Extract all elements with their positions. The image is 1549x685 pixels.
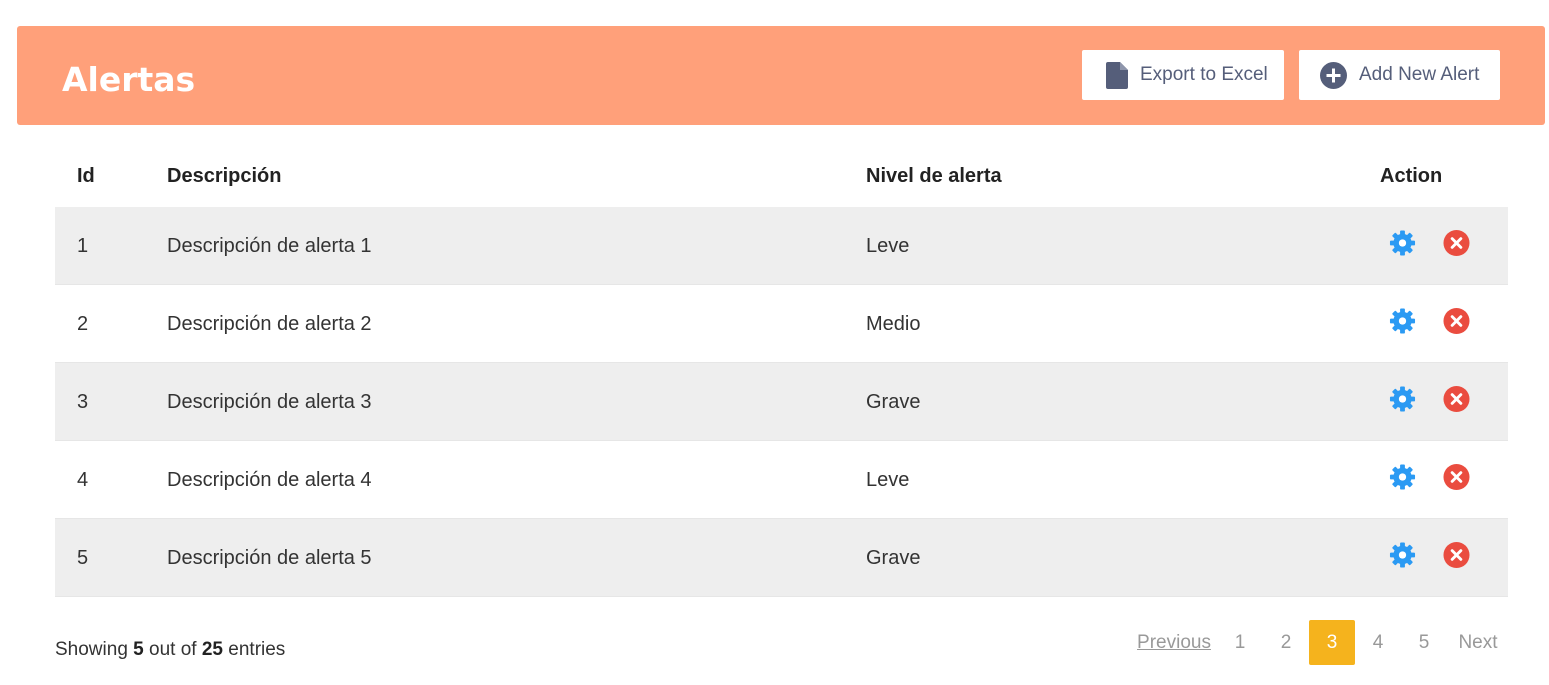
gear-icon[interactable] (1389, 541, 1416, 568)
pagination-page-3[interactable]: 3 (1309, 620, 1355, 665)
cell-description: Descripción de alerta 5 (167, 547, 372, 569)
cell-level: Leve (866, 235, 910, 257)
summary-out-of: out of (149, 639, 197, 660)
gear-icon[interactable] (1389, 307, 1416, 334)
close-circle-icon[interactable] (1443, 463, 1470, 490)
gear-icon[interactable] (1389, 463, 1416, 490)
pagination-page-1[interactable]: 1 (1217, 620, 1263, 665)
cell-id: 2 (77, 313, 89, 335)
pagination-next[interactable]: Next (1447, 620, 1509, 665)
alerts-table: Id Descripción Nivel de alerta Action 1 D… (55, 148, 1508, 597)
gear-icon[interactable] (1389, 229, 1416, 256)
column-header-id: Id (77, 165, 95, 187)
row-actions (1389, 463, 1470, 490)
pagination-pages: 12345 (1217, 620, 1447, 665)
cell-id: 1 (77, 235, 89, 257)
summary-prefix: Showing (55, 639, 128, 660)
table-row: 1 Descripción de alerta 1 Leve (55, 207, 1508, 285)
plus-circle-icon (1320, 61, 1347, 89)
entries-summary: Showing 5 out of 25 entries (55, 639, 285, 661)
cell-id: 4 (77, 469, 89, 491)
table-row: 2 Descripción de alerta 2 Medio (55, 285, 1508, 363)
row-actions (1389, 385, 1470, 412)
close-circle-icon[interactable] (1443, 307, 1470, 334)
cell-level: Grave (866, 391, 921, 413)
row-actions (1389, 229, 1470, 256)
table-body: 1 Descripción de alerta 1 Leve 2 Descripción… (55, 207, 1508, 597)
column-header-description: Descripción (167, 165, 282, 187)
add-new-alert-button[interactable]: Add New Alert (1299, 50, 1500, 100)
column-header-action: Action (1380, 165, 1443, 187)
cell-id: 3 (77, 391, 89, 413)
cell-description: Descripción de alerta 3 (167, 391, 372, 413)
summary-shown-count: 5 (133, 639, 144, 660)
file-icon (1106, 61, 1128, 89)
summary-total-count: 25 (201, 639, 223, 660)
page-header: Alertas Export to Excel Add New Alert (17, 26, 1545, 125)
table-row: 3 Descripción de alerta 3 Grave (55, 363, 1508, 441)
cell-description: Descripción de alerta 4 (167, 469, 372, 491)
cell-level: Medio (866, 313, 921, 335)
pagination-page-5[interactable]: 5 (1401, 620, 1447, 665)
table-row: 4 Descripción de alerta 4 Leve (55, 441, 1508, 519)
table-header: Id Descripción Nivel de alerta Action (55, 148, 1508, 207)
row-actions (1389, 307, 1470, 334)
close-circle-icon[interactable] (1443, 541, 1470, 568)
export-to-excel-button[interactable]: Export to Excel (1082, 50, 1284, 100)
cell-description: Descripción de alerta 1 (167, 235, 372, 257)
pagination-page-4[interactable]: 4 (1355, 620, 1401, 665)
cell-description: Descripción de alerta 2 (167, 313, 372, 335)
cell-level: Grave (866, 547, 921, 569)
row-actions (1389, 541, 1470, 568)
summary-entries: entries (228, 639, 286, 660)
gear-icon[interactable] (1389, 385, 1416, 412)
close-circle-icon[interactable] (1443, 385, 1470, 412)
pagination-previous[interactable]: Previous (1131, 620, 1217, 665)
add-button-label: Add New Alert (1359, 64, 1480, 85)
table-row: 5 Descripción de alerta 5 Grave (55, 519, 1508, 597)
column-header-level: Nivel de alerta (866, 165, 1002, 187)
page-title: Alertas (62, 60, 196, 99)
cell-level: Leve (866, 469, 910, 491)
cell-id: 5 (77, 547, 89, 569)
pagination: Previous 12345 Next (1131, 620, 1509, 665)
pagination-page-2[interactable]: 2 (1263, 620, 1309, 665)
close-circle-icon[interactable] (1443, 229, 1470, 256)
export-button-label: Export to Excel (1140, 64, 1268, 85)
